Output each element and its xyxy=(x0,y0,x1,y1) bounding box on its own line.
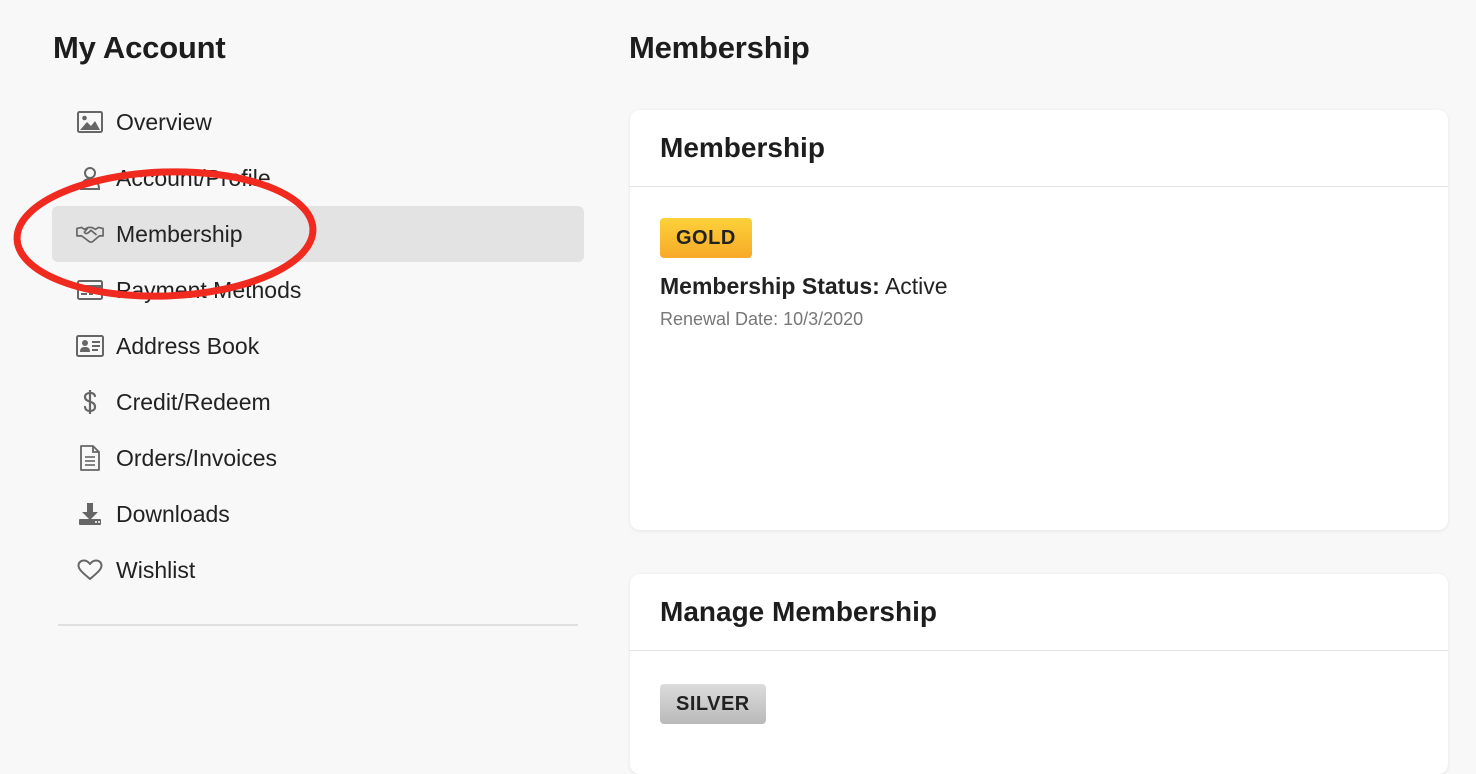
page-title: Membership xyxy=(629,30,810,65)
document-icon xyxy=(76,444,104,472)
renewal-date: Renewal Date: 10/3/2020 xyxy=(660,309,864,329)
heart-icon xyxy=(76,556,104,584)
sidebar-item-overview[interactable]: Overview xyxy=(52,94,584,150)
sidebar-item-address-book[interactable]: Address Book xyxy=(52,318,584,374)
sidebar-item-wishlist[interactable]: Wishlist xyxy=(52,542,584,598)
sidebar-item-label: Wishlist xyxy=(116,556,196,583)
sidebar-divider xyxy=(58,624,578,626)
sidebar-item-orders-invoices[interactable]: Orders/Invoices xyxy=(52,430,584,486)
card-title: Manage Membership xyxy=(660,596,937,627)
membership-status-value: Active xyxy=(884,273,948,299)
credit-card-icon xyxy=(76,276,104,304)
sidebar-item-payment-methods[interactable]: Payment Methods xyxy=(52,262,584,318)
membership-status: Membership Status: Active xyxy=(660,273,948,300)
sidebar-item-membership[interactable]: Membership xyxy=(52,206,584,262)
user-icon xyxy=(76,164,104,192)
sidebar-item-account-profile[interactable]: Account/Profile xyxy=(52,150,584,206)
download-icon xyxy=(76,500,104,528)
manage-membership-card: Manage Membership SILVER xyxy=(630,574,1448,774)
silver-tier-badge[interactable]: SILVER xyxy=(660,684,766,724)
account-nav: Overview Account/Profile Membership Paym… xyxy=(52,94,584,598)
card-title: Membership xyxy=(660,132,825,163)
handshake-icon xyxy=(76,220,104,248)
sidebar-item-label: Account/Profile xyxy=(116,164,271,191)
sidebar-title: My Account xyxy=(53,30,226,65)
membership-status-label: Membership Status: xyxy=(660,273,880,299)
membership-tier-badge: GOLD xyxy=(660,218,752,258)
image-icon xyxy=(76,108,104,136)
sidebar-item-label: Downloads xyxy=(116,500,230,527)
id-card-icon xyxy=(76,332,104,360)
sidebar-item-label: Address Book xyxy=(116,332,260,359)
sidebar-item-downloads[interactable]: Downloads xyxy=(52,486,584,542)
sidebar-item-label: Credit/Redeem xyxy=(116,388,271,415)
sidebar-item-credit-redeem[interactable]: Credit/Redeem xyxy=(52,374,584,430)
sidebar-item-label: Payment Methods xyxy=(116,276,302,303)
dollar-icon xyxy=(76,388,104,416)
membership-card: Membership GOLD Membership Status: Activ… xyxy=(630,110,1448,530)
sidebar-item-label: Membership xyxy=(116,220,243,247)
sidebar-item-label: Overview xyxy=(116,108,212,135)
card-header: Manage Membership xyxy=(630,574,1448,651)
sidebar-item-label: Orders/Invoices xyxy=(116,444,278,471)
card-header: Membership xyxy=(630,110,1448,187)
